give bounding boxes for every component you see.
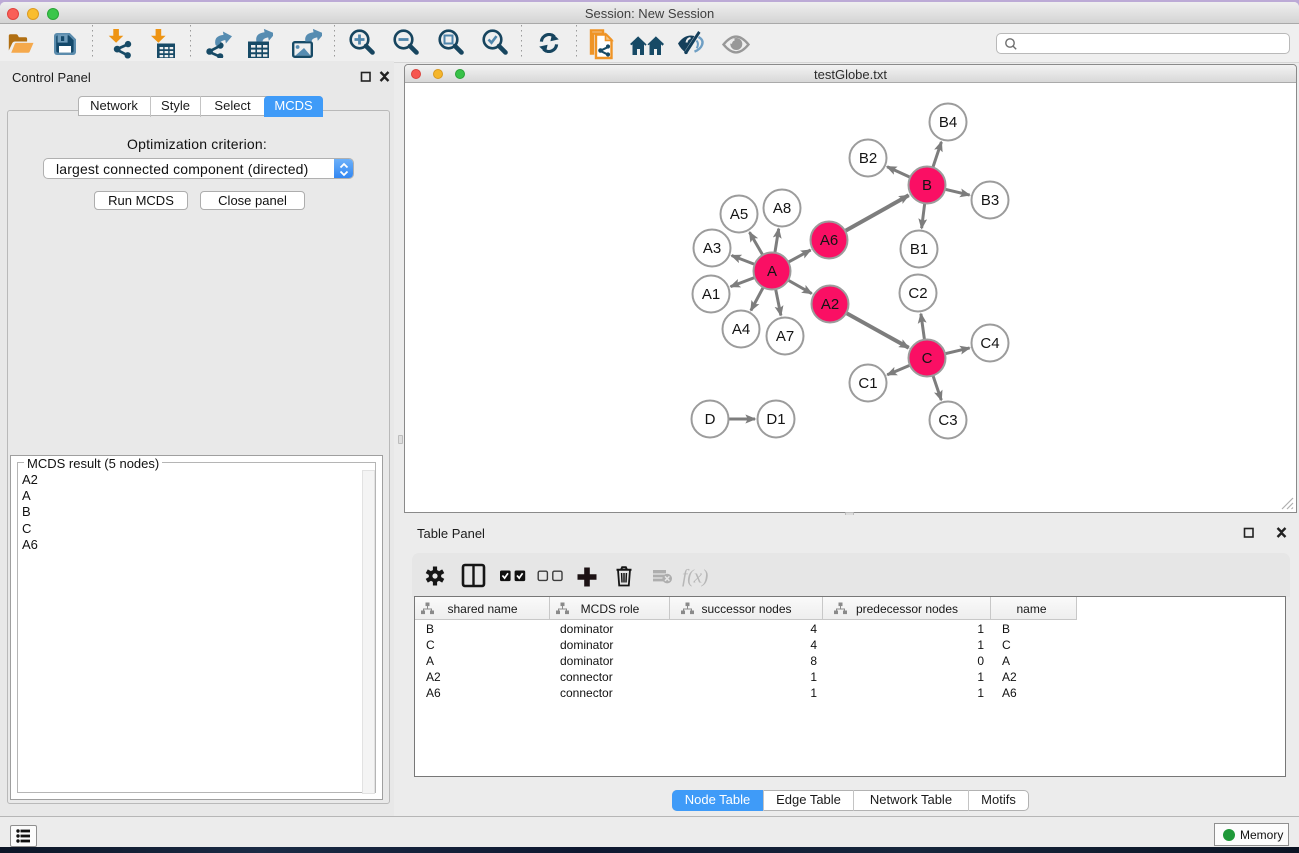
svg-text:D: D [705,411,716,428]
svg-text:C: C [922,350,933,367]
svg-text:B2: B2 [859,150,877,167]
svg-text:C4: C4 [980,335,999,352]
svg-text:f(x): f(x) [682,567,708,588]
svg-text:B1: B1 [910,241,928,258]
svg-text:C3: C3 [938,412,957,429]
svg-text:A4: A4 [732,321,750,338]
svg-text:C2: C2 [908,285,927,302]
svg-text:A5: A5 [730,206,748,223]
svg-text:A3: A3 [703,240,721,257]
svg-text:C1: C1 [858,375,877,392]
svg-text:B3: B3 [981,192,999,209]
svg-text:A7: A7 [776,328,794,345]
svg-text:D1: D1 [766,411,785,428]
svg-text:A6: A6 [820,232,838,249]
svg-text:A: A [767,263,777,280]
svg-text:A8: A8 [773,200,791,217]
svg-text:B4: B4 [939,114,957,131]
svg-text:B: B [922,177,932,194]
svg-text:A2: A2 [821,296,839,313]
svg-text:A1: A1 [702,286,720,303]
